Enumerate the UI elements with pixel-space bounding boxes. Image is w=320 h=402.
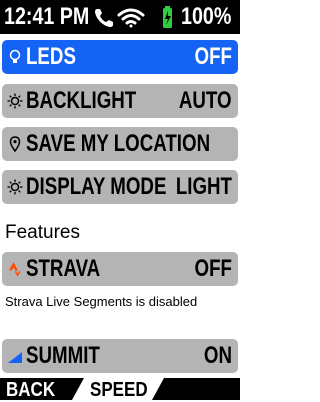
strava-icon: [9, 262, 21, 277]
setting-label: SAVE MY LOCATION: [26, 130, 211, 157]
battery-percent: 100%: [181, 3, 232, 30]
summit-icon: [8, 352, 22, 363]
feature-label: SUMMIT: [26, 342, 100, 369]
sun-icon: [7, 179, 23, 195]
location-pin-icon: [9, 136, 21, 152]
bottom-bar: BACK SPEED: [0, 378, 240, 402]
section-title-features: Features: [5, 222, 80, 243]
setting-value: OFF: [194, 43, 232, 70]
clock: 12:41 PM: [4, 3, 90, 30]
feature-row-summit[interactable]: SUMMIT ON: [2, 339, 238, 373]
setting-value: LIGHT: [175, 173, 232, 200]
setting-value: AUTO: [179, 87, 232, 114]
status-icons: [95, 6, 172, 28]
setting-row-display-mode[interactable]: DISPLAY MODE LIGHT: [2, 170, 238, 204]
back-button[interactable]: BACK: [6, 379, 55, 402]
wifi-icon: [117, 8, 145, 28]
feature-value: OFF: [194, 255, 232, 282]
phone-icon: [95, 9, 113, 27]
setting-label: LEDS: [26, 43, 76, 70]
battery-charging-icon: [163, 6, 172, 28]
setting-row-backlight[interactable]: BACKLIGHT AUTO: [2, 84, 238, 118]
setting-label: BACKLIGHT: [26, 87, 137, 114]
setting-label: DISPLAY MODE: [26, 173, 167, 200]
feature-value: ON: [203, 342, 232, 369]
speed-button-label: SPEED: [90, 379, 148, 401]
speed-button[interactable]: SPEED: [72, 378, 164, 400]
feature-label: STRAVA: [26, 255, 101, 282]
feature-row-strava[interactable]: STRAVA OFF: [2, 252, 238, 286]
status-bar: 12:41 PM 100%: [0, 0, 240, 34]
bulb-icon: [9, 49, 21, 63]
setting-row-leds[interactable]: LEDS OFF: [2, 40, 238, 74]
setting-row-save-location[interactable]: SAVE MY LOCATION: [2, 127, 238, 161]
strava-status-note: Strava Live Segments is disabled: [5, 294, 198, 309]
sun-icon: [7, 93, 23, 109]
